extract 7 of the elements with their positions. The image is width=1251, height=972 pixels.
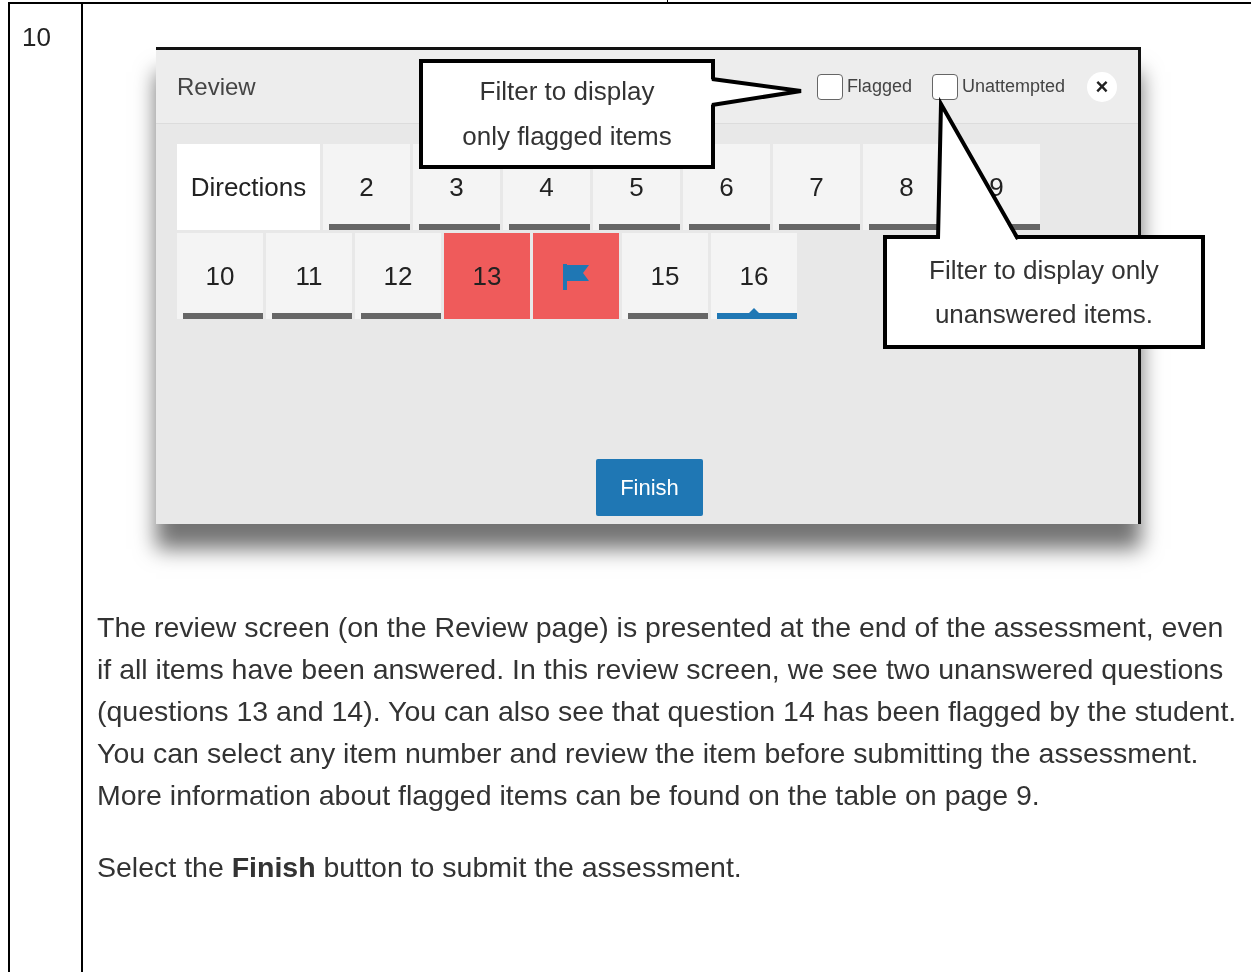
- callout-tooltip: Filter to display only flagged items: [419, 59, 715, 169]
- checkbox-label: Flagged: [846, 75, 912, 98]
- dialog-title: Review: [177, 71, 256, 102]
- checkbox-label: Unattempted: [961, 75, 1065, 98]
- paragraph: The review screen (on the Review page) is presented at the end of the assessment, even if all items have been answered. In this review screen, we see two unanswered questions (questions 13 and 14). You can also see that question 14 has been flagged by the student. You can select any item number and review the item before submitting the assessment. More information about flagged items can be found on the table on page 9.: [97, 610, 1237, 813]
- row-number: 10: [22, 22, 51, 52]
- paragraph: Select the Finish button to submit the assessment.: [97, 850, 743, 885]
